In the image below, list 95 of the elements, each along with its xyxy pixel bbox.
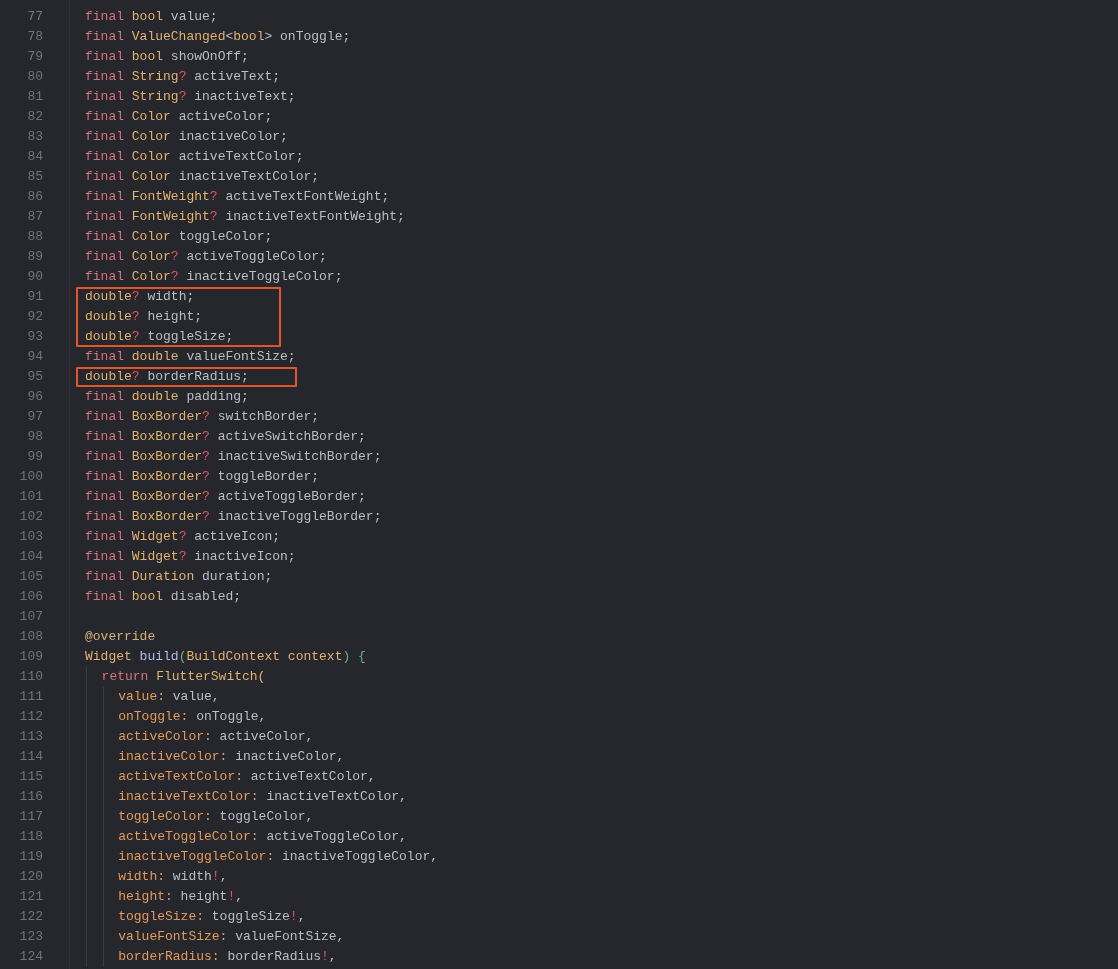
code-line: final Color inactiveColor; (85, 128, 289, 146)
code-line: final bool value; (85, 8, 219, 26)
line-number: 83 (27, 128, 43, 146)
line-number: 122 (19, 908, 43, 926)
code-line: double? borderRadius; (84, 368, 250, 386)
code-line: return FlutterSwitch( (101, 668, 267, 686)
line-number: 87 (27, 208, 43, 226)
code-line: final Color activeColor; (85, 108, 274, 126)
line-number: 82 (27, 108, 43, 126)
line-number: 95 (27, 368, 43, 386)
code-line: onToggle: onToggle, (118, 708, 268, 726)
code-line: final BoxBorder? activeSwitchBorder; (85, 428, 367, 446)
code-line: toggleSize: toggleSize!, (118, 908, 307, 926)
line-number: 105 (19, 568, 43, 586)
code-line: final BoxBorder? activeToggleBorder; (85, 488, 367, 506)
line-number: 98 (27, 428, 43, 446)
line-number: 78 (27, 28, 43, 46)
code-line: final ValueChanged<bool> onToggle; (85, 28, 352, 46)
line-number: 89 (27, 248, 43, 266)
code-line: inactiveToggleColor: inactiveToggleColor, (118, 848, 439, 866)
code-line: activeColor: activeColor, (118, 728, 315, 746)
line-number: 106 (19, 588, 43, 606)
code-line: toggleColor: toggleColor, (118, 808, 315, 826)
line-number: 93 (27, 328, 43, 346)
code-line: final BoxBorder? toggleBorder; (85, 468, 321, 486)
line-number: 116 (19, 788, 43, 806)
code-line: final BoxBorder? inactiveToggleBorder; (85, 508, 383, 526)
line-number: 123 (19, 928, 43, 946)
line-number: 99 (27, 448, 43, 466)
code-line: final BoxBorder? switchBorder; (85, 408, 321, 426)
line-number: 124 (19, 948, 43, 966)
line-number: 81 (27, 88, 43, 106)
code-line: value: value, (118, 688, 221, 706)
line-number: 121 (19, 888, 43, 906)
line-number: 109 (19, 648, 43, 666)
code-line: width: width!, (118, 868, 229, 886)
line-number: 102 (19, 508, 43, 526)
line-number: 90 (27, 268, 43, 286)
code-line: final Widget? inactiveIcon; (85, 548, 297, 566)
code-line: double? toggleSize; (84, 328, 235, 346)
code-line: inactiveTextColor: inactiveTextColor, (118, 788, 408, 806)
line-number: 94 (27, 348, 43, 366)
line-number: 113 (19, 728, 43, 746)
code-line: final Duration duration; (85, 568, 274, 586)
code-line: final FontWeight? inactiveTextFontWeight; (85, 208, 406, 226)
line-number: 115 (19, 768, 43, 786)
line-number: 86 (27, 188, 43, 206)
code-line: final BoxBorder? inactiveSwitchBorder; (85, 448, 383, 466)
code-line: final String? activeText; (85, 68, 282, 86)
code-line: @override (85, 628, 157, 646)
line-number: 110 (19, 668, 43, 686)
line-number: 88 (27, 228, 43, 246)
code-line: final double padding; (85, 388, 250, 406)
line-number: 85 (27, 168, 43, 186)
code-line: final bool showOnOff; (85, 48, 250, 66)
code-line: final String? inactiveText; (85, 88, 297, 106)
code-line: double? height; (84, 308, 204, 326)
code-line: double? width; (84, 288, 196, 306)
line-number: 84 (27, 148, 43, 166)
line-number: 92 (27, 308, 43, 326)
line-number: 108 (19, 628, 43, 646)
line-number: 117 (19, 808, 43, 826)
line-number: 101 (19, 488, 43, 506)
code-line: final Color activeTextColor; (85, 148, 305, 166)
code-line: activeToggleColor: activeToggleColor, (118, 828, 408, 846)
code-line: final Color? activeToggleColor; (85, 248, 328, 266)
code-line: final Color? inactiveToggleColor; (85, 268, 344, 286)
line-number: 91 (27, 288, 43, 306)
line-number: 104 (19, 548, 43, 566)
code-line: valueFontSize: valueFontSize, (118, 928, 346, 946)
code-line: borderRadius: borderRadius!, (118, 948, 338, 966)
line-number: 119 (19, 848, 43, 866)
code-line: final Color toggleColor; (85, 228, 274, 246)
line-number: 96 (27, 388, 43, 406)
line-number: 97 (27, 408, 43, 426)
line-number: 114 (19, 748, 43, 766)
line-number: 112 (19, 708, 43, 726)
line-number: 111 (19, 688, 43, 706)
code-line: height: height!, (118, 888, 245, 906)
line-number: 80 (27, 68, 43, 86)
line-number: 120 (19, 868, 43, 886)
code-line: inactiveColor: inactiveColor, (118, 748, 346, 766)
code-line: final Widget? activeIcon; (85, 528, 282, 546)
line-number: 79 (27, 48, 43, 66)
line-number: 118 (19, 828, 43, 846)
code-line: final Color inactiveTextColor; (85, 168, 321, 186)
code-line: final FontWeight? activeTextFontWeight; (85, 188, 391, 206)
line-number: 107 (19, 608, 43, 626)
line-number: 100 (19, 468, 43, 486)
code-line: final double valueFontSize; (85, 348, 297, 366)
line-number: 77 (27, 8, 43, 26)
code-line: activeTextColor: activeTextColor, (118, 768, 377, 786)
code-line: Widget build(BuildContext context) { (85, 648, 367, 666)
code-line: final bool disabled; (85, 588, 243, 606)
line-number: 103 (19, 528, 43, 546)
